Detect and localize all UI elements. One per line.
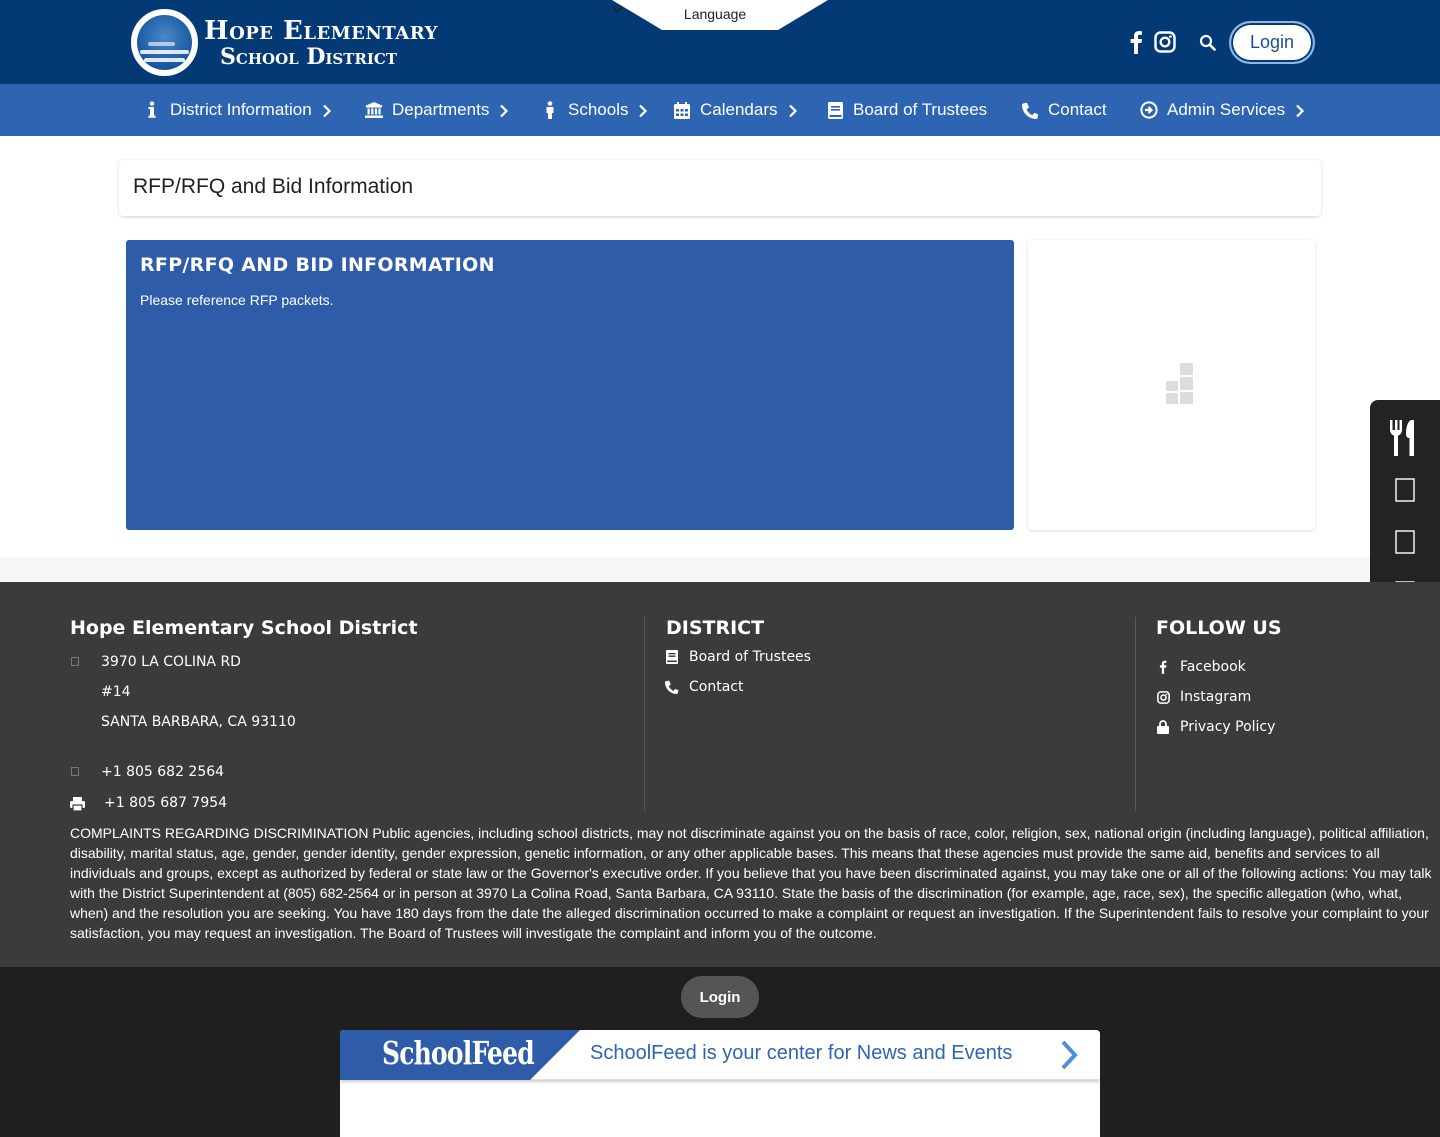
phone-icon: [665, 680, 679, 694]
square-icon[interactable]: [1370, 478, 1440, 502]
nav-item-schools[interactable]: Schools: [541, 84, 648, 136]
logo-line-1: Hope Elementary: [204, 15, 438, 46]
info-icon: [143, 101, 161, 119]
footer-divider: [644, 617, 645, 811]
district-seal-icon: [131, 9, 198, 76]
discrimination-notice: COMPLAINTS REGARDING DISCRIMINATION Publ…: [70, 825, 1432, 941]
facebook-icon[interactable]: [1124, 29, 1148, 55]
page-title: RFP/RFQ and Bid Information: [133, 175, 414, 198]
address-line-2: #14: [101, 684, 131, 700]
footer-link-label: Facebook: [1180, 659, 1246, 675]
nav-label: Admin Services: [1167, 100, 1286, 119]
card-body: Please reference RFP packets.: [140, 292, 334, 308]
nav-item-departments[interactable]: Departments: [365, 84, 509, 136]
nav-label: Board of Trustees: [853, 100, 988, 119]
utensils-icon[interactable]: [1370, 418, 1440, 458]
phone-icon: [71, 767, 79, 776]
district-logo[interactable]: Hope Elementary School District: [131, 9, 438, 76]
footer-link-board-of-trustees[interactable]: Board of Trustees: [665, 649, 811, 665]
footer-divider: [1135, 617, 1136, 811]
footer-phone[interactable]: +1 805 682 2564: [101, 764, 224, 780]
chevron-right-icon: [788, 103, 798, 118]
footer-org-name: Hope Elementary School District: [70, 617, 418, 639]
book-icon: [826, 101, 844, 119]
chevron-right-icon: [1295, 103, 1305, 118]
footer-link-label: Privacy Policy: [1180, 719, 1276, 735]
language-label: Language: [683, 6, 747, 22]
bottom-login-button[interactable]: Login: [681, 976, 759, 1018]
nav-label: Schools: [568, 100, 629, 119]
building-icon: [365, 101, 383, 119]
side-card: [1028, 240, 1315, 530]
login-button[interactable]: Login: [1229, 21, 1315, 64]
book-icon: [665, 650, 679, 664]
instagram-icon: [1156, 690, 1170, 704]
address-line-3: SANTA BARBARA, CA 93110: [101, 714, 296, 730]
nav-label: Calendars: [700, 100, 778, 119]
footer-link-contact[interactable]: Contact: [665, 679, 743, 695]
chevron-right-icon: [638, 103, 648, 118]
footer-link-label: Instagram: [1180, 689, 1252, 705]
nav-label: Contact: [1048, 100, 1107, 119]
language-selector[interactable]: Language: [612, 0, 828, 30]
search-icon[interactable]: [1195, 29, 1219, 55]
address-line-1: 3970 LA COLINA RD: [101, 654, 241, 670]
footer-link-privacy-policy[interactable]: Privacy Policy: [1156, 719, 1275, 735]
instagram-icon[interactable]: [1153, 29, 1177, 55]
nav-label: Departments: [392, 100, 490, 119]
footer-district-heading: DISTRICT: [666, 617, 765, 639]
image-placeholder-icon: [1166, 363, 1194, 409]
calendar-icon: [673, 101, 691, 119]
nav-item-contact[interactable]: Contact: [1021, 84, 1107, 136]
nav-item-admin-services[interactable]: Admin Services: [1140, 84, 1305, 136]
footer-fax: +1 805 687 7954: [104, 795, 228, 811]
logo-line-2: School District: [220, 43, 398, 70]
chevron-right-icon: [322, 103, 332, 118]
page-title-card: RFP/RFQ and Bid Information: [119, 160, 1321, 216]
phone-icon: [1021, 101, 1039, 119]
circle-arrow-icon: [1140, 101, 1158, 119]
footer-follow-heading: FOLLOW US: [1156, 617, 1282, 639]
person-icon: [541, 101, 559, 119]
square-icon[interactable]: [1370, 530, 1440, 554]
schoolfeed-tagline: SchoolFeed is your center for News and E…: [590, 1042, 1013, 1064]
nav-item-calendars[interactable]: Calendars: [673, 84, 798, 136]
nav-item-board-of-trustees[interactable]: Board of Trustees: [826, 84, 987, 136]
facebook-icon: [1156, 660, 1170, 674]
footer-link-label: Board of Trustees: [689, 649, 811, 665]
schoolfeed-logo: SchoolFeed: [382, 1034, 535, 1072]
footer-link-facebook[interactable]: Facebook: [1156, 659, 1246, 675]
lock-icon: [1156, 720, 1170, 734]
nav-label: District Information: [170, 100, 312, 119]
chevron-right-icon: [499, 103, 509, 118]
nav-item-district-information[interactable]: District Information: [143, 84, 332, 136]
rfp-info-card: RFP/RFQ AND BID INFORMATION Please refer…: [126, 240, 1014, 530]
chevron-right-icon[interactable]: [1058, 1039, 1080, 1075]
main-nav: District Information Departments Schools…: [0, 84, 1440, 136]
location-icon: [71, 657, 79, 666]
card-heading: RFP/RFQ AND BID INFORMATION: [140, 254, 495, 276]
schoolfeed-banner[interactable]: SchoolFeed SchoolFeed is your center for…: [340, 1030, 1100, 1137]
footer-link-label: Contact: [689, 679, 744, 695]
footer-link-instagram[interactable]: Instagram: [1156, 689, 1251, 705]
fax-icon: [70, 796, 85, 815]
